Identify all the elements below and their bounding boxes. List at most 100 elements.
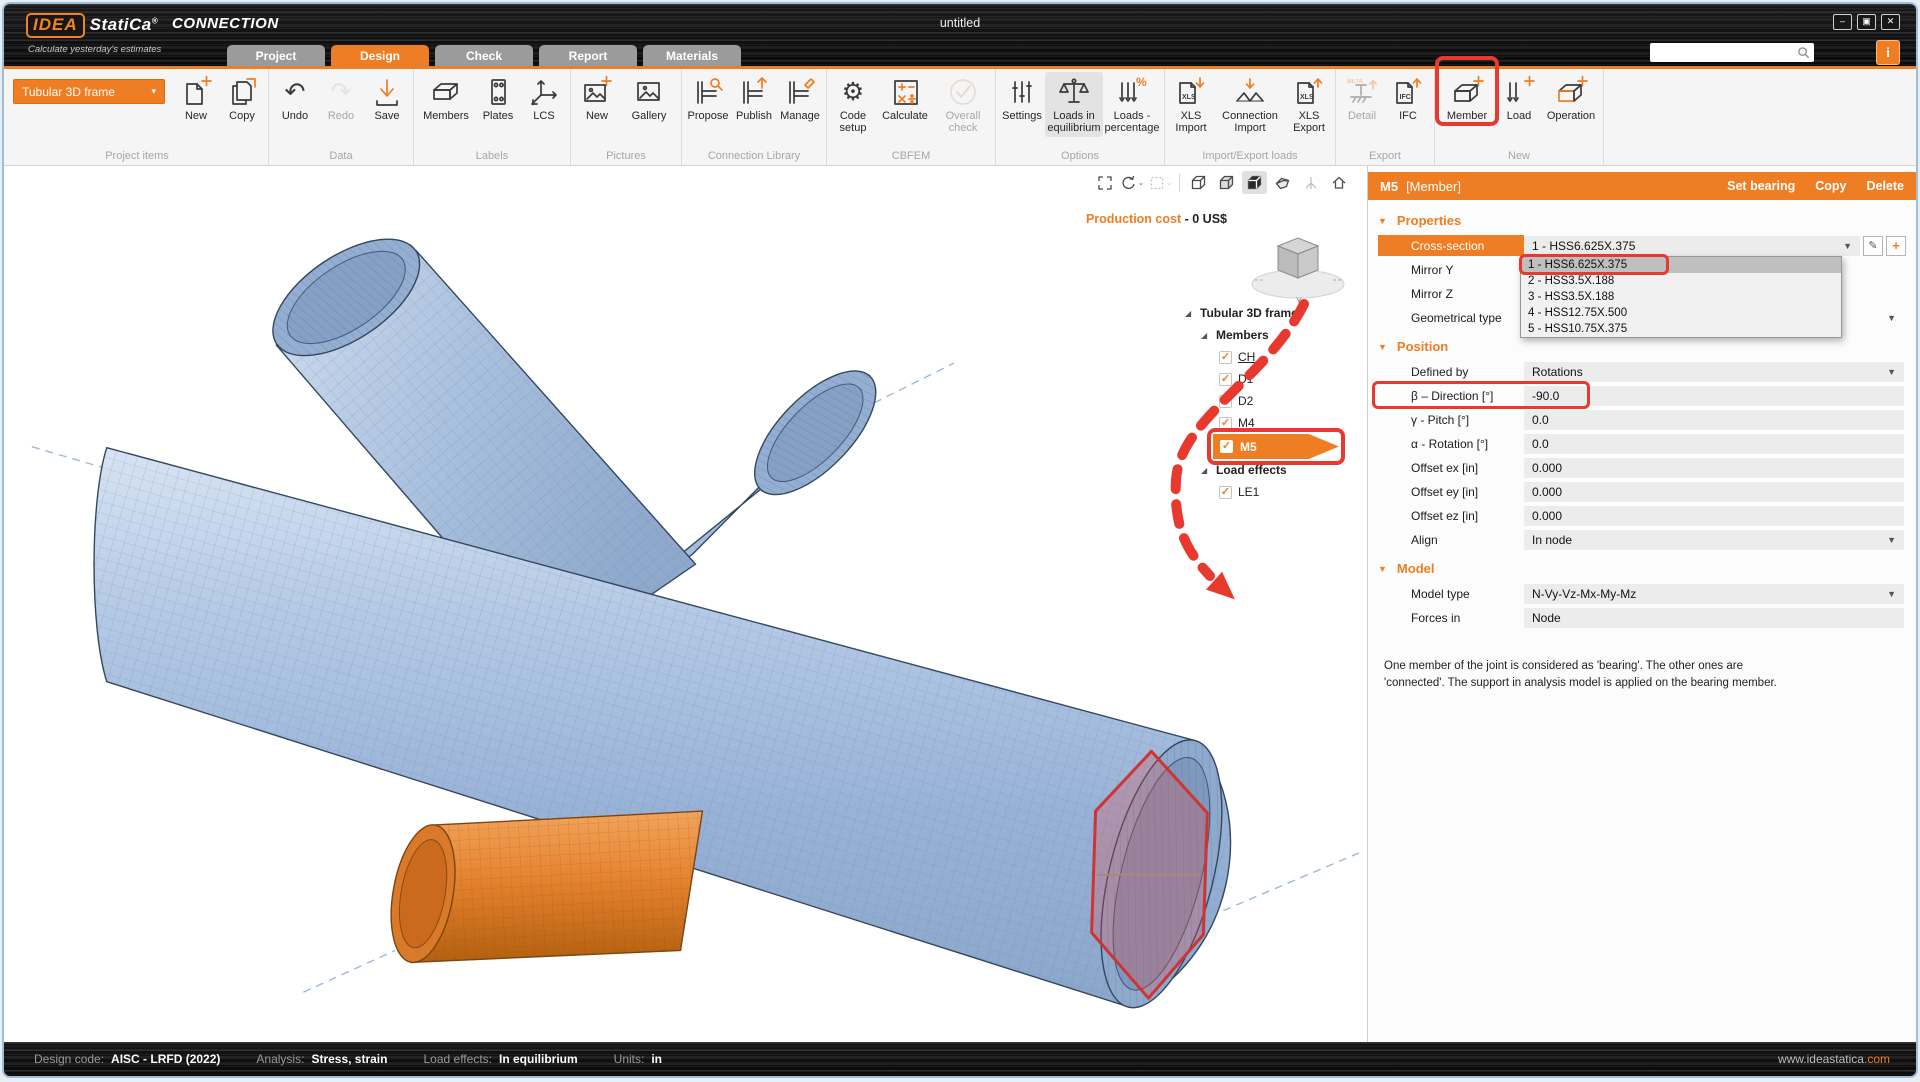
checkbox-checked-icon[interactable]: ✓: [1219, 486, 1232, 499]
xls-export-button[interactable]: XLS XLS Export: [1286, 72, 1332, 137]
plates-labels-button[interactable]: Plates: [475, 72, 521, 124]
set-bearing-button[interactable]: Set bearing: [1727, 179, 1795, 193]
minimize-button[interactable]: –: [1833, 14, 1852, 30]
checkbox-checked-icon[interactable]: ✓: [1219, 417, 1232, 430]
new-project-button[interactable]: New: [173, 72, 219, 124]
checkbox-checked-icon[interactable]: ✓: [1220, 440, 1233, 453]
search-input[interactable]: [1650, 43, 1814, 62]
hidden-line-view-icon[interactable]: [1214, 171, 1239, 194]
dropdown-option-3[interactable]: 3 - HSS3.5X.188: [1521, 289, 1841, 305]
dropdown-option-1[interactable]: 1 - HSS6.625X.375: [1521, 257, 1841, 273]
orange-member[interactable]: [381, 811, 702, 967]
tree-root[interactable]: ◢ Tubular 3D frame: [1185, 302, 1357, 324]
checkbox-checked-icon[interactable]: ✓: [1219, 373, 1232, 386]
save-button[interactable]: Save: [364, 72, 410, 124]
tree-item-le1[interactable]: ✓ LE1: [1219, 481, 1357, 503]
shaded-view-icon[interactable]: [1242, 171, 1267, 194]
cross-section-select[interactable]: 1 - HSS6.625X.375 ▼: [1524, 236, 1860, 256]
alpha-rotation-field[interactable]: 0.0: [1524, 434, 1904, 454]
connection-import-button[interactable]: Connection Import: [1214, 72, 1286, 137]
expander-icon[interactable]: ◢: [1201, 466, 1210, 475]
fit-view-icon[interactable]: [1092, 171, 1117, 194]
tree-group-load-effects[interactable]: ◢ Load effects: [1201, 459, 1357, 481]
align-select[interactable]: In node ▼: [1524, 530, 1904, 550]
loads-percentage-button[interactable]: % Loads - percentage: [1103, 72, 1161, 137]
new-picture-button[interactable]: New: [574, 72, 620, 124]
expander-icon[interactable]: ◢: [1185, 309, 1194, 318]
propose-button[interactable]: Propose: [685, 72, 731, 124]
tree-item-ch[interactable]: ✓ CH: [1219, 346, 1357, 368]
calculate-icon: [889, 74, 921, 110]
section-collapse-icon[interactable]: ▼: [1378, 216, 1387, 226]
copy-project-button[interactable]: Copy: [219, 72, 265, 124]
tree-item-m4[interactable]: ✓ M4: [1219, 412, 1357, 434]
tab-project[interactable]: Project: [227, 45, 325, 66]
search-icon: [1797, 46, 1810, 59]
m5-selection-banner[interactable]: ✓ M5: [1213, 434, 1339, 459]
zoom-window-icon[interactable]: ⌄: [1148, 171, 1173, 194]
new-member-button[interactable]: Member: [1438, 72, 1496, 124]
home-view-icon[interactable]: [1326, 171, 1351, 194]
delete-member-button[interactable]: Delete: [1866, 179, 1904, 193]
dropdown-option-2[interactable]: 2 - HSS3.5X.188: [1521, 273, 1841, 289]
section-position[interactable]: ▼ Position: [1378, 339, 1904, 354]
settings-button[interactable]: Settings: [999, 72, 1045, 124]
project-type-select[interactable]: Tubular 3D frame ▾: [13, 79, 165, 104]
defined-by-select[interactable]: Rotations ▼: [1524, 362, 1904, 382]
maximize-button[interactable]: ▣: [1857, 14, 1876, 30]
beta-direction-field[interactable]: -90.0: [1524, 386, 1904, 406]
detail-export-button[interactable]: BETA Detail: [1339, 72, 1385, 124]
offset-ez-field[interactable]: 0.000: [1524, 506, 1904, 526]
undo-button[interactable]: ↶ Undo: [272, 72, 318, 124]
redo-button[interactable]: ↷ Redo: [318, 72, 364, 124]
section-model[interactable]: ▼ Model: [1378, 561, 1904, 576]
add-cross-section-button[interactable]: +: [1886, 236, 1906, 256]
wireframe-view-icon[interactable]: [1186, 171, 1211, 194]
tab-check[interactable]: Check: [435, 45, 533, 66]
manage-button[interactable]: Manage: [777, 72, 823, 124]
copy-member-button[interactable]: Copy: [1815, 179, 1846, 193]
tree-group-members[interactable]: ◢ Members: [1201, 324, 1357, 346]
lcs-button[interactable]: LCS: [521, 72, 567, 124]
gamma-pitch-field[interactable]: 0.0: [1524, 410, 1904, 430]
section-collapse-icon[interactable]: ▼: [1378, 342, 1387, 352]
overall-check-button[interactable]: Overall check: [934, 72, 992, 137]
section-properties[interactable]: ▼ Properties: [1378, 213, 1904, 228]
section-collapse-icon[interactable]: ▼: [1378, 564, 1387, 574]
offset-ex-field[interactable]: 0.000: [1524, 458, 1904, 478]
website-link[interactable]: www.ideastatica.com: [1778, 1052, 1890, 1066]
edit-cross-section-button[interactable]: ✎: [1863, 236, 1883, 256]
code-setup-button[interactable]: ⚙ Code setup: [830, 72, 876, 137]
ifc-export-button[interactable]: IFC IFC: [1385, 72, 1431, 124]
xls-import-button[interactable]: XLS XLS Import: [1168, 72, 1214, 137]
tree-item-d1[interactable]: ✓ D1: [1219, 368, 1357, 390]
tab-materials[interactable]: Materials: [643, 45, 741, 66]
tab-report[interactable]: Report: [539, 45, 637, 66]
publish-button[interactable]: Publish: [731, 72, 777, 124]
gallery-button[interactable]: Gallery: [620, 72, 678, 124]
forces-in-select[interactable]: Node: [1524, 608, 1904, 628]
new-operation-button[interactable]: Operation: [1542, 72, 1600, 124]
close-button[interactable]: ✕: [1881, 14, 1900, 30]
3d-viewport-canvas[interactable]: [4, 166, 1367, 1042]
orbit-icon[interactable]: ⌄: [1120, 171, 1145, 194]
info-button[interactable]: i: [1876, 40, 1900, 65]
model-type-select[interactable]: N-Vy-Vz-Mx-My-Mz ▼: [1524, 584, 1904, 604]
tab-design[interactable]: Design: [331, 45, 429, 66]
tree-item-m5-selected[interactable]: ✓ M5: [1213, 434, 1339, 459]
plates-icon: [482, 74, 514, 110]
offset-ey-field[interactable]: 0.000: [1524, 482, 1904, 502]
expander-icon[interactable]: ◢: [1201, 331, 1210, 340]
members-labels-button[interactable]: Members: [417, 72, 475, 124]
loads-in-equilibrium-button[interactable]: Loads in equilibrium: [1045, 72, 1103, 137]
checkbox-checked-icon[interactable]: ✓: [1219, 351, 1232, 364]
dropdown-option-5[interactable]: 5 - HSS10.75X.375: [1521, 321, 1841, 337]
calculate-button[interactable]: Calculate: [876, 72, 934, 124]
checkbox-checked-icon[interactable]: ✓: [1219, 395, 1232, 408]
dropdown-option-4[interactable]: 4 - HSS12.75X.500: [1521, 305, 1841, 321]
transparency-icon[interactable]: [1298, 171, 1323, 194]
navigation-cube[interactable]: Y: [1243, 232, 1353, 308]
tree-item-d2[interactable]: ✓ D2: [1219, 390, 1357, 412]
section-view-icon[interactable]: [1270, 171, 1295, 194]
new-load-button[interactable]: Load: [1496, 72, 1542, 124]
